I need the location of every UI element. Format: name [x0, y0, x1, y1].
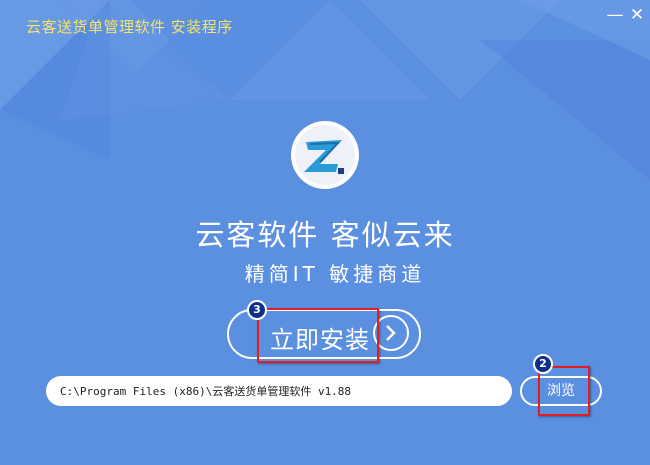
close-button[interactable]: ✕	[626, 4, 648, 26]
slogan: 精简IT 敏捷商道	[244, 262, 426, 286]
annotation-number-2: 2	[533, 354, 553, 374]
headline: 云客软件 客似云来	[195, 218, 455, 252]
window-title: 云客送货单管理软件 安装程序	[26, 18, 233, 36]
minimize-button[interactable]: —	[604, 4, 626, 26]
installer-window: 云客送货单管理软件 安装程序 — ✕ 云客软件 客似云来 精简IT 敏捷商道 立…	[0, 0, 650, 465]
annotation-box-install	[257, 308, 379, 363]
app-logo-icon	[291, 121, 359, 189]
annotation-number-3: 3	[247, 300, 267, 320]
install-path-input[interactable]	[46, 376, 512, 406]
